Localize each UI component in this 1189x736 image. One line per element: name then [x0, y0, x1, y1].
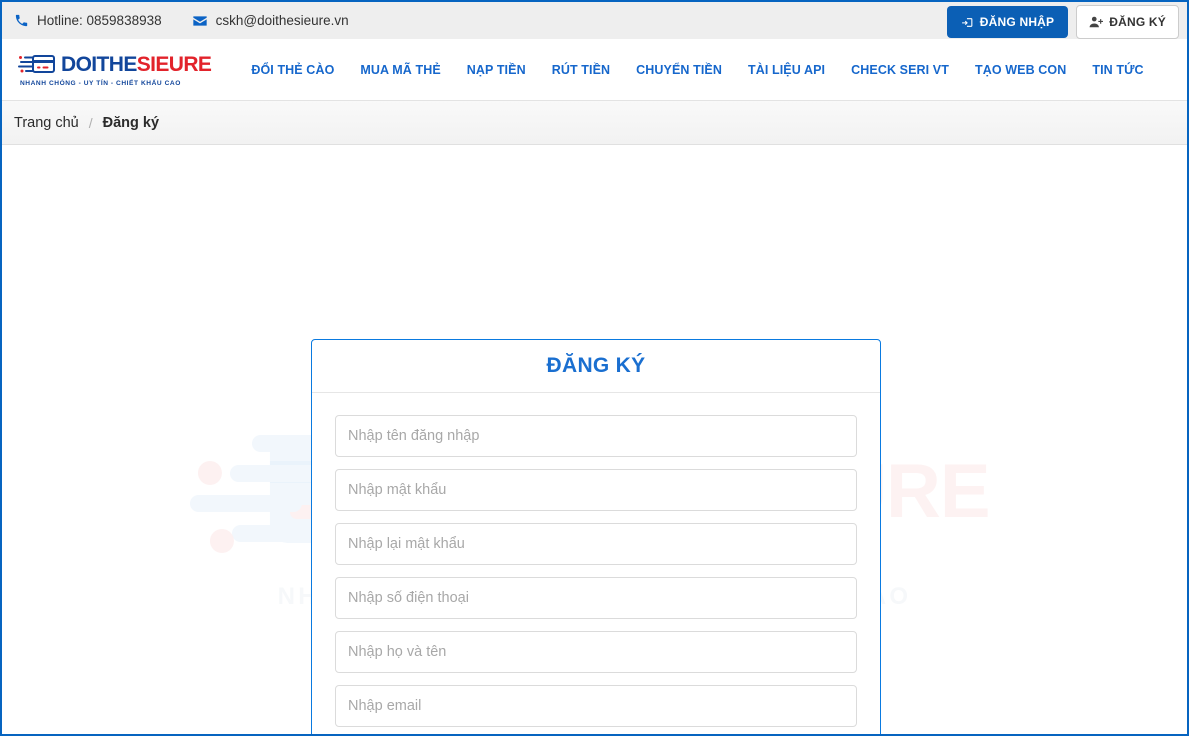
credit-card-speed-icon: [18, 53, 55, 76]
email-info: cskh@doithesieure.vn: [192, 13, 349, 29]
register-card-header: ĐĂNG KÝ: [312, 340, 880, 393]
breadcrumb-home[interactable]: Trang chủ: [14, 115, 79, 131]
main-navigation-bar: DOITHESIEURE NHANH CHÓNG - UY TÍN - CHIẾ…: [2, 39, 1187, 101]
nav-item-mua-ma-the[interactable]: MUA MÃ THẺ: [360, 63, 440, 77]
phone-icon: [14, 13, 29, 28]
password-confirm-input[interactable]: [335, 523, 857, 565]
top-contact-bar: Hotline: 0859838938 cskh@doithesieure.vn…: [2, 2, 1187, 39]
register-form: ĐĂNG KÝ Ban đã có tài khoản? Đăng nhập n…: [312, 393, 880, 734]
nav-item-chuyen-tien[interactable]: CHUYỂN TIỀN: [636, 63, 722, 77]
nav-links: ĐỔI THẺ CÀO MUA MÃ THẺ NẠP TIỀN RÚT TIỀN…: [251, 63, 1143, 77]
email-text: cskh@doithesieure.vn: [215, 13, 349, 28]
logo-word-accent: SIEURE: [136, 52, 212, 76]
nav-item-tai-lieu-api[interactable]: TÀI LIỆU API: [748, 63, 825, 77]
fullname-input[interactable]: [335, 631, 857, 673]
hotline-info: Hotline: 0859838938: [14, 13, 162, 28]
register-button-label: ĐĂNG KÝ: [1109, 15, 1166, 29]
breadcrumb: Trang chủ / Đăng ký: [2, 101, 1187, 145]
hotline-text: Hotline: 0859838938: [37, 13, 162, 28]
main-content: DOITHESIEURE NHANH CHÓNG · UY TÍN · CHIẾ…: [2, 145, 1187, 734]
site-logo[interactable]: DOITHESIEURE NHANH CHÓNG - UY TÍN - CHIẾ…: [18, 52, 212, 87]
phone-input[interactable]: [335, 577, 857, 619]
logo-tagline: NHANH CHÓNG - UY TÍN - CHIẾT KHẤU CAO: [20, 79, 181, 87]
nav-item-doi-the-cao[interactable]: ĐỔI THẺ CÀO: [251, 63, 334, 77]
email-input[interactable]: [335, 685, 857, 727]
nav-item-rut-tien[interactable]: RÚT TIỀN: [552, 63, 610, 77]
page-title: ĐĂNG KÝ: [546, 354, 646, 377]
login-button-label: ĐĂNG NHẬP: [979, 15, 1055, 29]
sign-in-icon: [961, 16, 974, 29]
nav-item-tin-tuc[interactable]: TIN TỨC: [1092, 63, 1143, 77]
breadcrumb-current: Đăng ký: [102, 114, 160, 131]
login-button[interactable]: ĐĂNG NHẬP: [946, 6, 1069, 38]
register-button[interactable]: ĐĂNG KÝ: [1076, 5, 1179, 39]
user-plus-icon: [1089, 15, 1104, 29]
password-input[interactable]: [335, 469, 857, 511]
register-card: ĐĂNG KÝ ĐĂNG KÝ Ban đã có tài khoản? Đăn…: [311, 339, 881, 734]
logo-wordmark: DOITHESIEURE: [61, 52, 212, 76]
breadcrumb-separator: /: [88, 114, 93, 131]
nav-item-tao-web-con[interactable]: TẠO WEB CON: [975, 63, 1066, 77]
nav-item-check-seri-vt[interactable]: CHECK SERI VT: [851, 63, 949, 77]
auth-buttons: ĐĂNG NHẬP ĐĂNG KÝ: [946, 5, 1179, 39]
nav-item-nap-tien[interactable]: NẠP TIỀN: [467, 63, 526, 77]
username-input[interactable]: [335, 415, 857, 457]
logo-word-primary: DOITHE: [61, 52, 137, 76]
browser-viewport: Hotline: 0859838938 cskh@doithesieure.vn…: [0, 0, 1189, 736]
envelope-icon: [192, 13, 208, 29]
